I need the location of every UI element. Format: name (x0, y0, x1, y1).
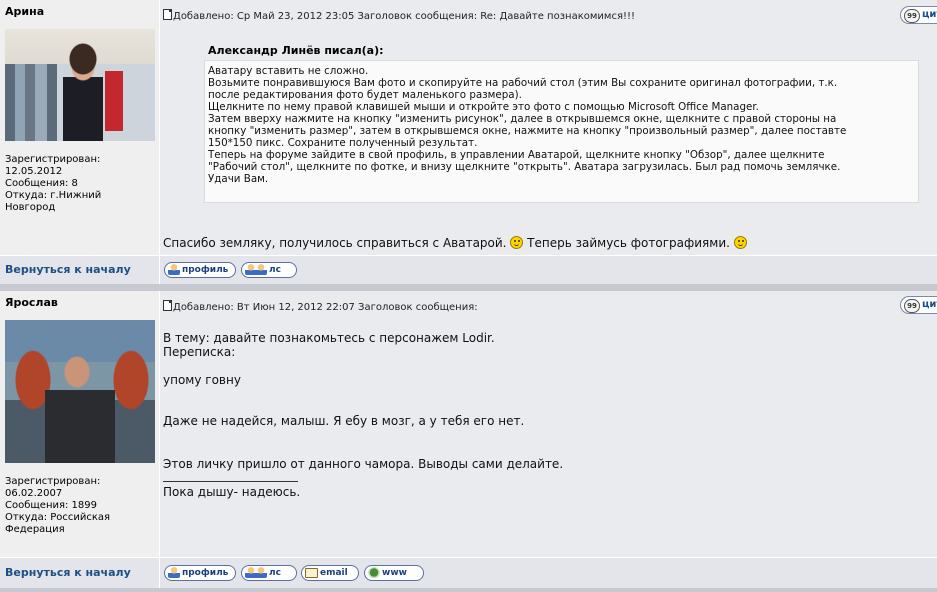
pm-icon-2 (255, 264, 267, 275)
post-icon[interactable] (163, 300, 172, 311)
post-2-body-line-1: В тему: давайте познакомьтесь с персонаж… (163, 331, 495, 345)
pm-button[interactable]: лс (241, 565, 297, 581)
post-2-body-line-5: Этов личку пришло от данного чамора. Выв… (163, 457, 564, 471)
profile-button[interactable]: профиль (164, 262, 236, 278)
email-icon (305, 568, 318, 578)
smile-icon (510, 236, 524, 249)
profile-icon (168, 567, 180, 578)
post-2-footer: Вернуться к началу профиль лс email www (0, 558, 937, 588)
post-2-quote-button[interactable]: 99цит (900, 296, 937, 314)
post-2-body-line-2: Переписка: (163, 345, 236, 359)
post-1-author-name[interactable]: Арина (5, 5, 44, 18)
quote-icon: 99 (904, 9, 920, 23)
post-1-footer: Вернуться к началу профиль лс (0, 256, 937, 284)
profile-icon (168, 264, 180, 275)
post-1-quote-button[interactable]: 99цит (900, 6, 937, 24)
post-1-author-info: Зарегистрирован: 12.05.2012 Сообщения: 8… (5, 154, 102, 213)
post-2-author-name[interactable]: Ярослав (5, 296, 58, 309)
quote-icon: 99 (904, 299, 920, 313)
pm-icon-2 (255, 567, 267, 578)
post-1-avatar (5, 29, 155, 141)
post-1: Арина Зарегистрирован: 12.05.2012 Сообще… (0, 0, 937, 255)
back-to-top-link[interactable]: Вернуться к началу (5, 263, 131, 276)
globe-icon (368, 567, 380, 578)
post-1-body: Спасибо земляку, получилось справиться с… (163, 236, 747, 250)
post-2-author-info: Зарегистрирован: 06.02.2007 Сообщения: 1… (5, 476, 111, 535)
post-2-header: Добавлено: Вт Июн 12, 2012 22:07 Заголов… (163, 300, 478, 313)
quote-box: Аватару вставить не сложно. Возьмите пон… (204, 60, 919, 203)
profile-button[interactable]: профиль (164, 565, 236, 581)
post-2-signature: Пока дышу- надеюсь. (163, 485, 301, 499)
email-button[interactable]: email (301, 565, 359, 581)
pm-button[interactable]: лс (241, 262, 297, 278)
post-2-body-line-4: Даже не надейся, малыш. Я ебу в мозг, а … (163, 414, 525, 428)
post-2-body-line-3: упому говну (163, 373, 241, 387)
post-icon[interactable] (163, 9, 172, 20)
back-to-top-link[interactable]: Вернуться к началу (5, 566, 131, 579)
quote-author: Александр Линёв писал(а): (208, 44, 384, 57)
post-1-header: Добавлено: Ср Май 23, 2012 23:05 Заголов… (163, 9, 635, 22)
signature-divider (163, 481, 298, 482)
post-2-avatar (5, 320, 155, 463)
smile-icon (733, 236, 747, 249)
www-button[interactable]: www (364, 565, 424, 581)
post-2: Ярослав Зарегистрирован: 06.02.2007 Сооб… (0, 291, 937, 557)
